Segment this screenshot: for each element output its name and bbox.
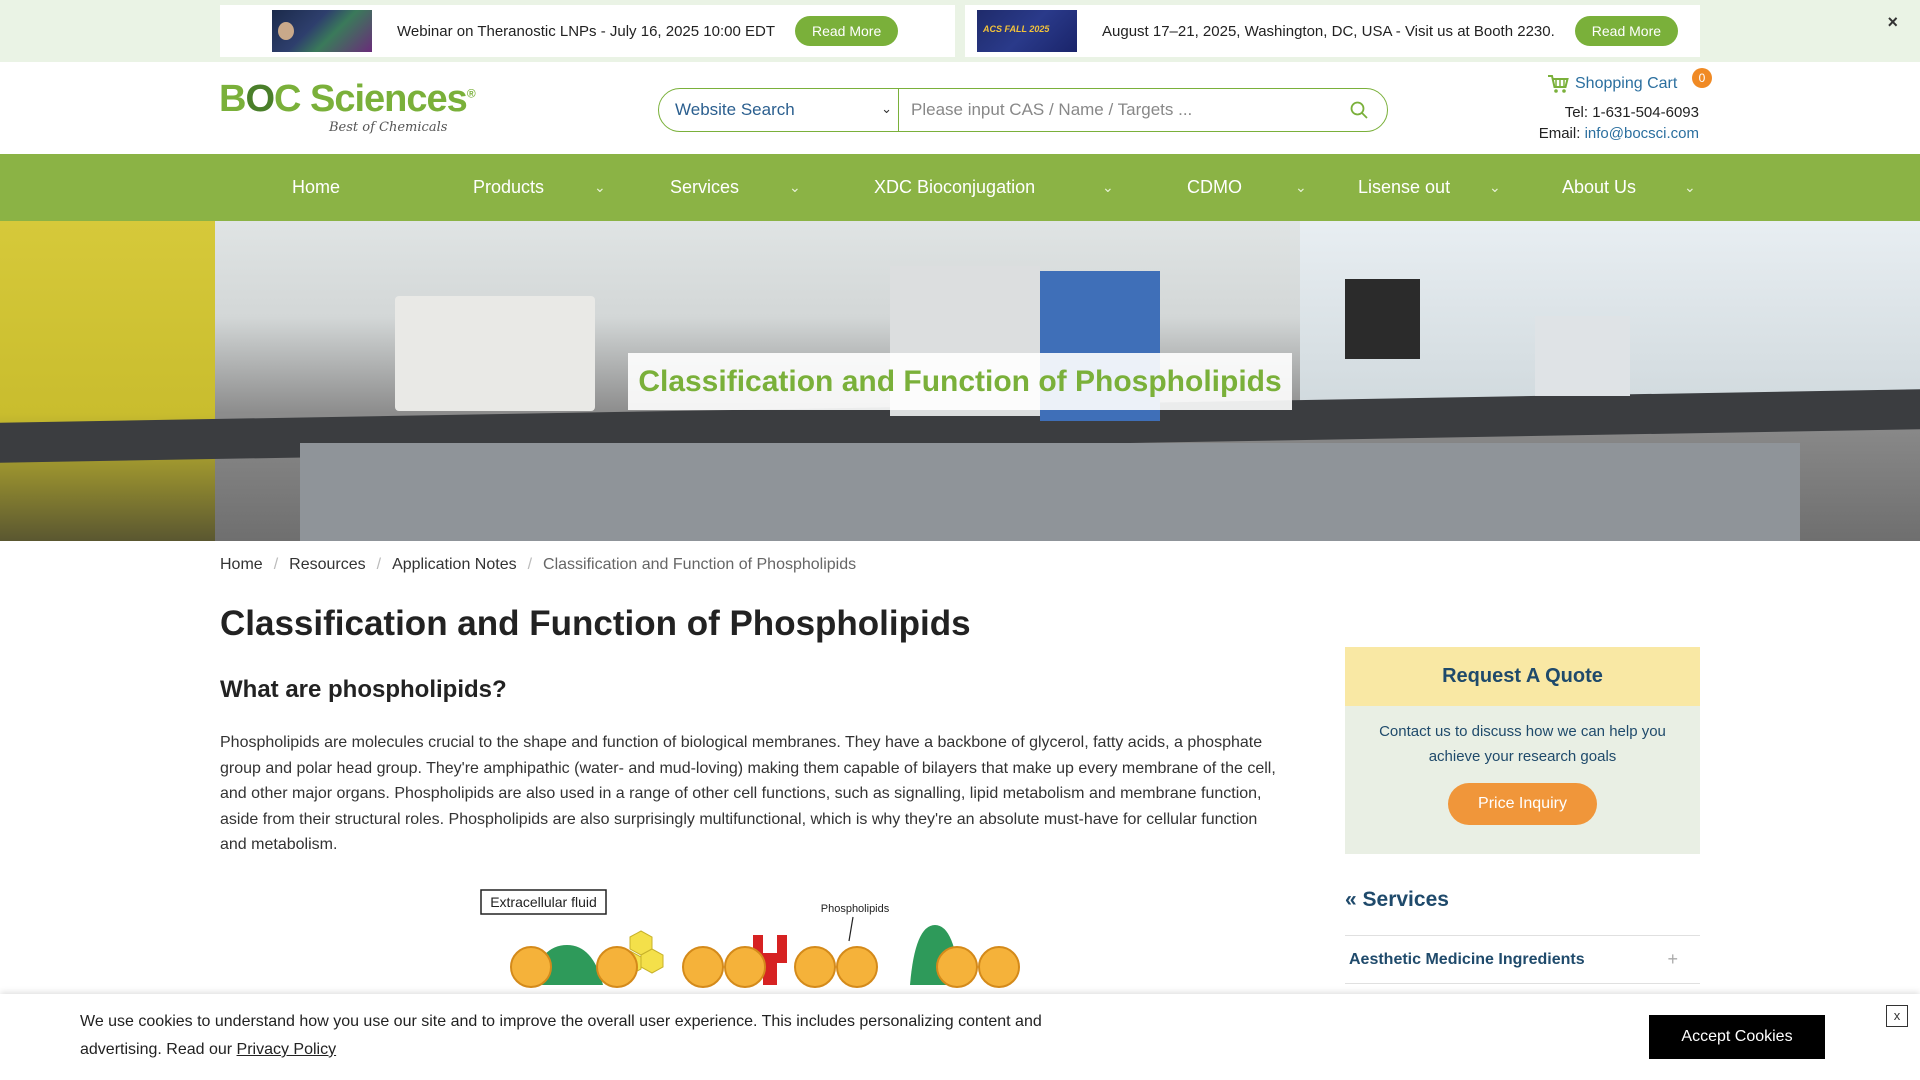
section-title: What are phospholipids?	[220, 676, 507, 703]
article-paragraph: Phospholipids are molecules crucial to t…	[220, 734, 1276, 853]
breadcrumb-resources[interactable]: Resources	[289, 556, 365, 574]
search-bar: Website Search ⌄	[658, 88, 1388, 132]
chevron-down-icon: ⌄	[789, 179, 801, 195]
site-logo[interactable]: BOC Sciences® Best of Chemicals	[219, 80, 476, 135]
nav-item-license-out[interactable]: Lisense out ⌄	[1358, 154, 1501, 221]
thumbnail-text: ACS FALL 2025	[983, 24, 1050, 34]
nav-item-cdmo[interactable]: CDMO ⌄	[1187, 154, 1307, 221]
breadcrumb-home[interactable]: Home	[220, 556, 263, 574]
chevron-down-icon: ⌄	[1684, 179, 1696, 195]
chevron-down-icon: ⌄	[594, 179, 606, 195]
search-scope-select[interactable]: Website Search ⌄	[659, 89, 899, 131]
announcement-bar: Webinar on Theranostic LNPs - July 16, 2…	[0, 0, 1920, 62]
hero-title-box: Classification and Function of Phospholi…	[628, 353, 1292, 410]
figure-label-extracellular: Extracellular fluid	[490, 894, 597, 910]
phospholipid-membrane-figure: Extracellular fluid Phospholipids	[475, 885, 1035, 995]
services-item-aesthetic-medicine[interactable]: Aesthetic Medicine Ingredients +	[1345, 936, 1700, 984]
cookie-banner: We use cookies to understand how you use…	[0, 994, 1920, 1080]
announcement-webinar: Webinar on Theranostic LNPs - July 16, 2…	[220, 5, 955, 57]
announcement-conference: ACS FALL 2025 August 17–21, 2025, Washin…	[965, 5, 1700, 57]
chevron-down-icon: ⌄	[881, 101, 892, 116]
hero-title: Classification and Function of Phospholi…	[638, 364, 1282, 398]
search-icon[interactable]	[1331, 89, 1387, 131]
price-inquiry-button[interactable]: Price Inquiry	[1448, 783, 1597, 825]
nav-item-about-us[interactable]: About Us ⌄	[1562, 154, 1696, 221]
services-list: Aesthetic Medicine Ingredients +	[1345, 935, 1700, 984]
breadcrumb-current: Classification and Function of Phospholi…	[543, 556, 857, 573]
cart-icon	[1548, 75, 1569, 93]
close-icon[interactable]: ×	[1887, 12, 1898, 33]
close-icon[interactable]: x	[1886, 1005, 1908, 1027]
cart-label: Shopping Cart	[1575, 75, 1678, 92]
logo-tagline: Best of Chemicals	[329, 120, 448, 135]
contact-info: Tel: 1-631-504-6093 Email: info@bocsci.c…	[1538, 104, 1699, 142]
plus-icon[interactable]: +	[1667, 949, 1678, 970]
accept-cookies-button[interactable]: Accept Cookies	[1649, 1015, 1825, 1059]
cookie-message: We use cookies to understand how you use…	[80, 1013, 1042, 1058]
webinar-thumbnail	[272, 10, 372, 52]
main-nav: Home HomeProducts⌄ Services⌄ XDC Bioconj…	[0, 154, 1920, 221]
read-more-button[interactable]: Read More	[1574, 16, 1679, 46]
shopping-cart[interactable]: Shopping Cart 0	[1547, 68, 1712, 94]
breadcrumb-application-notes[interactable]: Application Notes	[392, 556, 517, 574]
services-heading[interactable]: « Services	[1345, 888, 1449, 912]
privacy-policy-link[interactable]: Privacy Policy	[237, 1041, 337, 1058]
quote-title: Request A Quote	[1345, 647, 1700, 706]
phone-number: 1-631-504-6093	[1592, 104, 1699, 121]
figure-label-phospholipids: Phospholipids	[821, 903, 890, 915]
acs-fall-thumbnail: ACS FALL 2025	[977, 10, 1077, 52]
search-input[interactable]	[899, 89, 1331, 131]
email-link[interactable]: info@bocsci.com	[1585, 125, 1699, 142]
nav-item-products[interactable]: HomeProducts⌄	[473, 154, 606, 221]
request-quote-card: Request A Quote Contact us to discuss ho…	[1345, 647, 1700, 854]
nav-item-services[interactable]: Services ⌄	[670, 154, 801, 221]
page-title: Classification and Function of Phospholi…	[220, 604, 971, 643]
site-header: BOC Sciences® Best of Chemicals Website …	[0, 62, 1920, 154]
read-more-button[interactable]: Read More	[794, 16, 899, 46]
chevron-down-icon: ⌄	[1489, 179, 1501, 195]
nav-item-xdc-bioconjugation[interactable]: XDC Bioconjugation ⌄	[874, 154, 1114, 221]
announcement-text: August 17–21, 2025, Washington, DC, USA …	[1102, 22, 1555, 40]
chevron-down-icon: ⌄	[1295, 179, 1307, 195]
chevron-down-icon: ⌄	[1102, 179, 1114, 195]
hero-banner: Classification and Function of Phospholi…	[0, 221, 1920, 541]
breadcrumb: Home / Resources / Application Notes / C…	[220, 556, 857, 574]
nav-item-home[interactable]: Home	[292, 154, 340, 221]
quote-description: Contact us to discuss how we can help yo…	[1379, 723, 1666, 765]
cart-count-badge: 0	[1692, 68, 1712, 88]
announcement-text: Webinar on Theranostic LNPs - July 16, 2…	[397, 22, 775, 40]
